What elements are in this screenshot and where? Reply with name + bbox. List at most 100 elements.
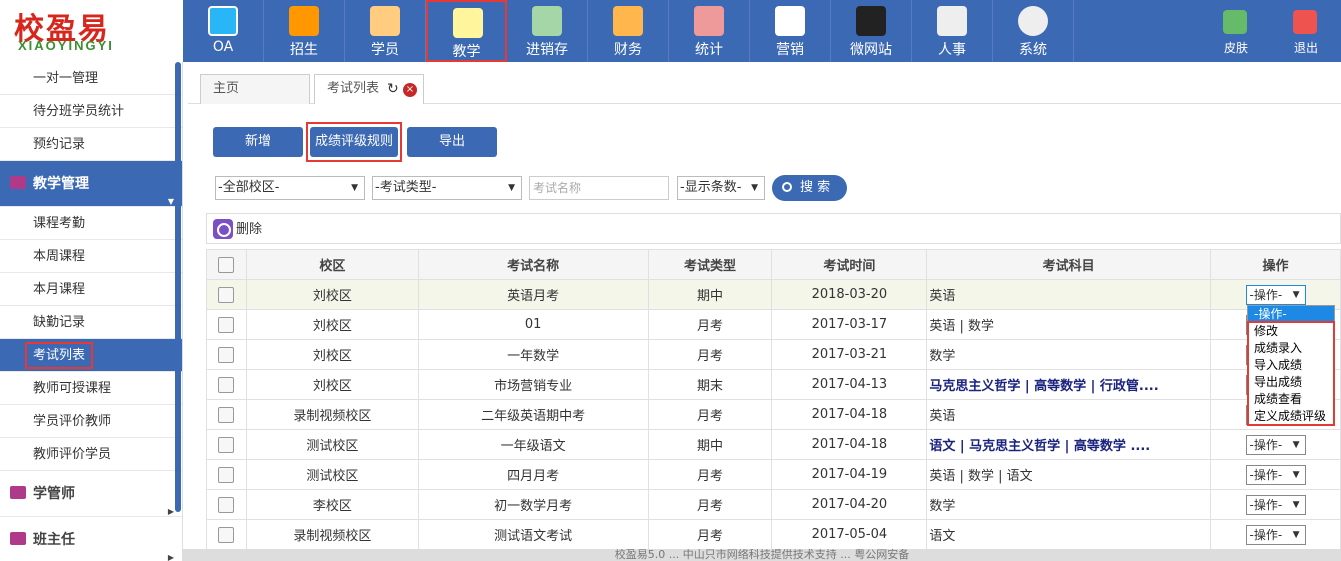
sidebar-item-teaching-5[interactable]: 教师可授课程 [0, 372, 182, 405]
table-row[interactable]: 刘校区 市场营销专业 期末 2017-04-13 马克思主义哲学 | 高等数学 | 行政… [206, 369, 1341, 400]
row-checkbox[interactable] [218, 436, 235, 453]
add-button[interactable]: 新增 [213, 127, 303, 157]
sidebar-item-teaching-7[interactable]: 教师评价学员 [0, 438, 182, 471]
sidebar-item-teaching-0[interactable]: 课程考勤 [0, 207, 182, 240]
nav-microsite-label: 微网站 [850, 42, 892, 58]
nav-finance[interactable]: 财务 [588, 0, 669, 62]
page-size-select[interactable]: -显示条数- ▼ [677, 176, 765, 200]
exam-name-cell: 初一数学月考 [417, 489, 649, 520]
nav-stats[interactable]: 统计 [669, 0, 750, 62]
page-size-select-value: -显示条数- [680, 180, 742, 195]
sidebar-item-top-0[interactable]: 一对一管理 [0, 62, 182, 95]
column-header: 考试类型 [647, 249, 773, 280]
nav-logout[interactable]: 退出 [1271, 0, 1341, 62]
grade-rule-button[interactable]: 成绩评级规则 [310, 127, 398, 157]
nav-marketing[interactable]: 营销 [750, 0, 831, 62]
operation-select[interactable]: -操作- ▼ [1245, 464, 1306, 485]
row-checkbox[interactable] [218, 346, 235, 363]
close-icon[interactable]: × [403, 83, 417, 97]
stats-icon [694, 6, 724, 36]
operation-select[interactable]: -操作- ▼ [1245, 494, 1306, 515]
operation-cell: -操作- ▼ [1210, 519, 1341, 550]
logo: 校盈易 XIAOYINGYI [0, 0, 183, 62]
table-row[interactable]: 刘校区01月考2017-03-17英语 | 数学-操作-▼ [206, 309, 1341, 340]
table-row[interactable]: 录制视频校区 测试语文考试 月考 2017-05-04 语文 -操作- ▼ [206, 519, 1341, 550]
campus-cell: 刘校区 [245, 369, 419, 400]
skin-icon [1223, 10, 1247, 34]
nav-teaching[interactable]: 教学 [426, 0, 507, 62]
nav-inventory[interactable]: 进销存 [507, 0, 588, 62]
table-row[interactable]: 测试校区 一年级语文 期中 2017-04-18 语文 | 马克思主义哲学 | 高等数学… [206, 429, 1341, 460]
row-checkbox[interactable] [218, 316, 235, 333]
table-row[interactable]: 李校区 初一数学月考 月考 2017-04-20 数学 -操作- ▼ [206, 489, 1341, 520]
row-checkbox[interactable] [218, 406, 235, 423]
row-checkbox[interactable] [218, 466, 235, 483]
operation-cell: -操作- ▼ [1210, 489, 1341, 520]
checkbox-cell [206, 279, 247, 310]
nav-enroll[interactable]: 招生 [264, 0, 345, 62]
nav-hr[interactable]: 人事 [912, 0, 993, 62]
monitor-icon [856, 6, 886, 36]
operation-select-value: -操作- [1249, 437, 1283, 452]
exam-name-input[interactable]: 考试名称 [529, 176, 669, 200]
sidebar-group-manager[interactable]: 学管师 ▶ [0, 471, 182, 517]
campus-cell: 录制视频校区 [245, 519, 419, 550]
export-button[interactable]: 导出 [407, 127, 497, 157]
sidebar-group-teaching[interactable]: 教学管理 ▼ [0, 161, 182, 207]
table-row[interactable]: 刘校区一年数学月考2017-03-21数学-操作-▼ [206, 339, 1341, 370]
row-checkbox[interactable] [218, 286, 235, 303]
sidebar-item-label: 教师评价学员 [33, 447, 112, 462]
sidebar-group-headteacher[interactable]: 班主任 ▶ [0, 517, 182, 561]
gear-icon [1018, 6, 1048, 36]
operation-cell: -操作- ▼ [1210, 429, 1341, 460]
marketing-icon [775, 6, 805, 36]
table-row[interactable]: 测试校区 四月月考 月考 2017-04-19 英语 | 数学 | 语文 -操作- ▼ [206, 459, 1341, 490]
table-row[interactable]: 录制视频校区二年级英语期中考月考2017-04-18英语-操作-▼ [206, 399, 1341, 430]
search-icon [782, 182, 792, 192]
subjects-cell: 英语 | 数学 [926, 309, 1212, 340]
operation-select-value: -操作- [1249, 527, 1283, 542]
nav-oa[interactable]: OA [183, 0, 264, 62]
delete-icon[interactable] [213, 219, 233, 239]
sidebar-item-teaching-6[interactable]: 学员评价教师 [0, 405, 182, 438]
sidebar-item-top-2[interactable]: 预约记录 [0, 128, 182, 161]
nav-student[interactable]: 学员 [345, 0, 426, 62]
sidebar-scrollbar[interactable] [175, 62, 181, 512]
checkbox-cell [206, 459, 247, 490]
row-checkbox[interactable] [218, 526, 235, 543]
chevron-down-icon: ▼ [508, 183, 515, 193]
nav-logout-label: 退出 [1293, 41, 1318, 55]
nav-inventory-label: 进销存 [526, 42, 568, 58]
nav-system[interactable]: 系统 [993, 0, 1074, 62]
dropdown-highlight [1247, 321, 1335, 426]
operation-select[interactable]: -操作- ▼ [1245, 434, 1306, 455]
exam-type-select[interactable]: -考试类型- ▼ [372, 176, 522, 200]
exam-date-cell: 2017-04-20 [771, 489, 928, 520]
tab-home[interactable]: 主页 [200, 74, 310, 104]
nav-microsite[interactable]: 微网站 [831, 0, 912, 62]
search-button[interactable]: 搜 索 [772, 175, 847, 201]
finance-icon [613, 6, 643, 36]
subjects-cell: 语文 [926, 519, 1212, 550]
subjects-cell: 英语 | 数学 | 语文 [926, 459, 1212, 490]
tab-exam-list[interactable]: 考试列表 ↻ × [314, 74, 424, 104]
exam-type-cell: 月考 [647, 459, 773, 490]
sidebar-item-teaching-3[interactable]: 缺勤记录 [0, 306, 182, 339]
sidebar-item-teaching-4[interactable]: 考试列表 [0, 339, 182, 372]
sidebar-item-top-1[interactable]: 待分班学员统计 [0, 95, 182, 128]
row-checkbox[interactable] [218, 376, 235, 393]
exam-name-cell: 英语月考 [417, 279, 649, 310]
campus-select[interactable]: -全部校区- ▼ [215, 176, 365, 200]
teaching-icon [453, 8, 483, 38]
sidebar-item-teaching-1[interactable]: 本周课程 [0, 240, 182, 273]
delete-button[interactable]: 删除 [236, 214, 262, 245]
search-button-label: 搜 索 [800, 180, 831, 195]
row-checkbox[interactable] [218, 496, 235, 513]
table-row[interactable]: 刘校区 英语月考 期中 2018-03-20 英语 -操作- ▼ [206, 279, 1341, 310]
refresh-icon[interactable]: ↻ [387, 75, 399, 103]
select-all-checkbox[interactable] [218, 256, 235, 273]
operation-select[interactable]: -操作- ▼ [1245, 284, 1306, 305]
nav-skin[interactable]: 皮肤 [1201, 0, 1271, 62]
operation-select[interactable]: -操作- ▼ [1245, 524, 1306, 545]
sidebar-item-teaching-2[interactable]: 本月课程 [0, 273, 182, 306]
